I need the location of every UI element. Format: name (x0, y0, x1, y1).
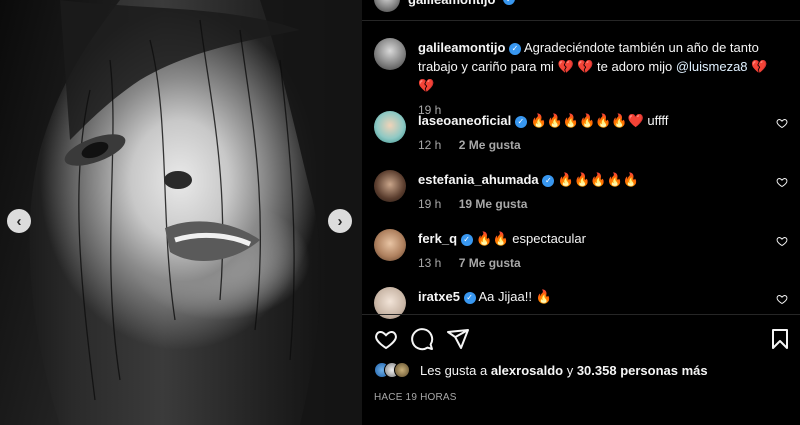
photo-artwork (0, 0, 362, 425)
commenter-avatar[interactable] (374, 170, 406, 202)
caption-avatar[interactable] (374, 38, 406, 70)
comment-text: Aa Jijaa!! 🔥 (478, 289, 552, 304)
likes-summary[interactable]: Les gusta a alexrosaldo y 30.358 persona… (374, 362, 708, 378)
post-actions-bar (374, 327, 792, 351)
header-username[interactable]: galileamontijo (408, 0, 495, 7)
comment-item: ferk_q ✓ 🔥🔥 espectacular 13 h 7 Me gusta (374, 229, 796, 270)
carousel-next-button[interactable]: › (328, 209, 352, 233)
comment-time[interactable]: 13 h (418, 256, 441, 270)
post-time-ago[interactable]: HACE 19 HORAS (374, 392, 457, 403)
comment-username[interactable]: ferk_q (418, 231, 457, 246)
like-comment-heart-icon[interactable] (776, 235, 788, 247)
post-caption: galileamontijo ✓ Agradeciéndote también … (374, 38, 784, 117)
comment-likes[interactable]: 7 Me gusta (459, 256, 521, 270)
comment-username[interactable]: estefania_ahumada (418, 172, 539, 187)
commenter-avatar[interactable] (374, 111, 406, 143)
verified-icon: ✓ (514, 115, 527, 128)
like-comment-heart-icon[interactable] (776, 293, 788, 305)
likes-prefix: Les gusta a (420, 362, 491, 378)
save-bookmark-icon[interactable] (768, 327, 792, 351)
comment-likes[interactable]: 2 Me gusta (459, 138, 521, 152)
verified-icon: ✓ (460, 233, 473, 246)
likes-middle: y (563, 362, 577, 378)
caption-username[interactable]: galileamontijo (418, 40, 505, 55)
like-comment-heart-icon[interactable] (776, 117, 788, 129)
comment-bubble-icon[interactable] (410, 327, 434, 351)
like-comment-heart-icon[interactable] (776, 176, 788, 188)
comment-text: 🔥🔥🔥🔥🔥🔥❤️ uffff (530, 113, 669, 128)
liker-avatar (394, 362, 410, 378)
carousel-prev-button[interactable]: ‹ (7, 209, 31, 233)
comment-time[interactable]: 12 h (418, 138, 441, 152)
like-heart-icon[interactable] (374, 327, 398, 351)
actions-divider (362, 314, 800, 315)
verified-icon: ✓ (463, 291, 476, 304)
post-header: galileamontijo ✓ (374, 0, 516, 12)
post-photo[interactable]: ‹ › (0, 0, 362, 425)
verified-icon: ✓ (503, 0, 516, 5)
verified-icon: ✓ (542, 174, 555, 187)
comment-item: estefania_ahumada ✓ 🔥🔥🔥🔥🔥 19 h 19 Me gus… (374, 170, 796, 211)
author-avatar[interactable] (374, 0, 400, 12)
header-divider (362, 20, 800, 21)
liker-avatars (374, 362, 410, 378)
commenter-avatar[interactable] (374, 229, 406, 261)
caption-mention-link[interactable]: @luismeza8 (676, 59, 748, 74)
comment-likes[interactable]: 19 Me gusta (459, 197, 528, 211)
likes-text: Les gusta a alexrosaldo y 30.358 persona… (420, 363, 708, 378)
comment-text: 🔥🔥🔥🔥🔥 (557, 172, 639, 187)
comment-username[interactable]: iratxe5 (418, 289, 460, 304)
likes-others[interactable]: 30.358 personas más (577, 363, 708, 378)
comment-item: laseoaneoficial ✓ 🔥🔥🔥🔥🔥🔥❤️ uffff 12 h 2 … (374, 111, 796, 152)
post-side-panel: galileamontijo ✓ galileamontijo ✓ Agrade… (362, 0, 800, 425)
comment-text: 🔥🔥 espectacular (476, 231, 586, 246)
comment-time[interactable]: 19 h (418, 197, 441, 211)
verified-icon: ✓ (509, 42, 522, 55)
likes-first-user[interactable]: alexrosaldo (491, 363, 563, 378)
comment-username[interactable]: laseoaneoficial (418, 113, 511, 128)
share-paper-plane-icon[interactable] (446, 327, 470, 351)
